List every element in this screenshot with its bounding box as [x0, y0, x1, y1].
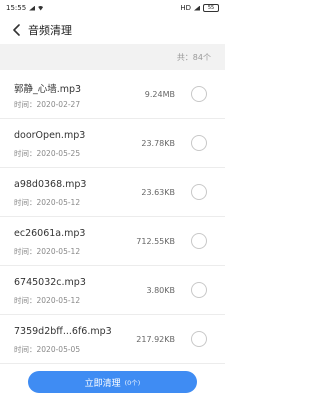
status-time: 15:55 — [6, 4, 27, 12]
list-item[interactable]: a98d0368.mp3 时间：2020-05-12 23.63KB — [0, 168, 225, 217]
file-size: 23.63KB — [141, 188, 175, 197]
cell-signal-icon — [194, 5, 200, 11]
status-icons — [29, 5, 45, 11]
select-checkbox[interactable] — [191, 86, 207, 102]
file-size: 23.78KB — [141, 139, 175, 148]
file-date: 时间：2020-05-12 — [14, 296, 81, 305]
wifi-icon — [37, 5, 45, 11]
file-name: doorOpen.mp3 — [14, 130, 86, 141]
battery-icon: 55 — [203, 4, 219, 12]
list-item[interactable]: 郭静_心墙.mp3 时间：2020-02-27 9.24MB — [0, 70, 225, 119]
audio-file-list: 郭静_心墙.mp3 时间：2020-02-27 9.24MB doorOpen.… — [0, 70, 225, 364]
file-count: 共：84个 — [176, 52, 211, 62]
select-checkbox[interactable] — [191, 135, 207, 151]
list-item[interactable]: ec26061a.mp3 时间：2020-05-12 712.55KB — [0, 217, 225, 266]
file-date: 时间：2020-05-12 — [14, 198, 81, 207]
file-name: a98d0368.mp3 — [14, 179, 87, 190]
status-left: 15:55 — [6, 4, 45, 12]
select-checkbox[interactable] — [191, 331, 207, 347]
app-bar: 音频清理 — [0, 16, 225, 44]
clean-now-button[interactable]: 立即清理 (0个) — [28, 371, 197, 393]
list-item[interactable]: 7359d2bff...6f6.mp3 时间：2020-05-05 217.92… — [0, 315, 225, 364]
file-size: 712.55KB — [136, 237, 175, 246]
chevron-left-icon[interactable] — [8, 21, 26, 39]
network-label: HD — [180, 4, 191, 12]
file-size: 3.80KB — [146, 286, 175, 295]
file-date: 时间：2020-05-05 — [14, 345, 81, 354]
selected-count: (0个) — [124, 379, 141, 387]
page-title: 音频清理 — [28, 24, 72, 37]
file-name: 郭静_心墙.mp3 — [14, 84, 82, 95]
status-bar: 15:55 HD 55 — [0, 0, 225, 16]
file-name: 7359d2bff...6f6.mp3 — [14, 326, 112, 337]
list-item[interactable]: 6745032c.mp3 时间：2020-05-12 3.80KB — [0, 266, 225, 315]
file-date: 时间：2020-02-27 — [14, 100, 81, 109]
signal-icon — [29, 5, 36, 11]
file-size: 217.92KB — [136, 335, 175, 344]
select-checkbox[interactable] — [191, 282, 207, 298]
battery-level: 55 — [207, 5, 215, 11]
file-date: 时间：2020-05-25 — [14, 149, 81, 158]
file-size: 9.24MB — [144, 90, 175, 99]
file-count-bar: 共：84个 — [0, 44, 225, 70]
file-name: ec26061a.mp3 — [14, 228, 86, 239]
select-checkbox[interactable] — [191, 233, 207, 249]
clean-button-label: 立即清理 — [84, 378, 121, 389]
list-item[interactable]: doorOpen.mp3 时间：2020-05-25 23.78KB — [0, 119, 225, 168]
status-right: HD 55 — [180, 4, 219, 12]
select-checkbox[interactable] — [191, 184, 207, 200]
file-date: 时间：2020-05-12 — [14, 247, 81, 256]
file-name: 6745032c.mp3 — [14, 277, 86, 288]
